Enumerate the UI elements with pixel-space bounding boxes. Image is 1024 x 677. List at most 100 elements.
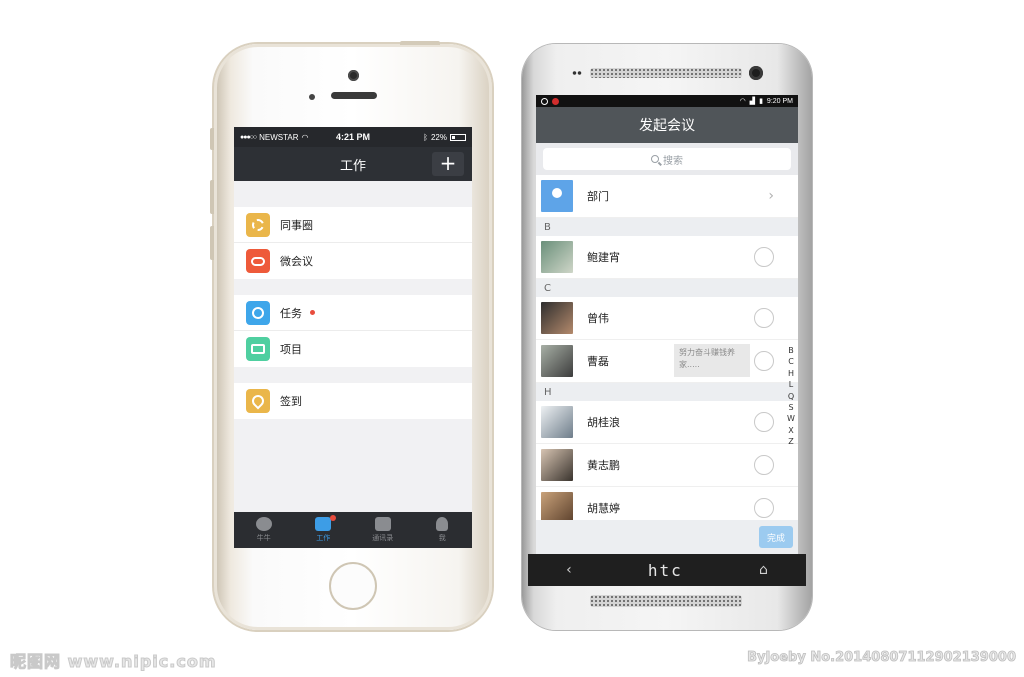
htc-screen: ◠ ▟ ▮ 9:20 PM 发起会议 搜索 部门 › B 鲍建宵 C 曾伟 曹磊… <box>536 95 798 554</box>
menu-item-micro-meeting[interactable]: 微会议 <box>234 243 472 279</box>
contact-name: 胡桂浪 <box>587 416 620 429</box>
htc-logo: htc <box>647 560 683 580</box>
work-menu: 同事圈 微会议 任务 项目 签到 <box>234 181 472 512</box>
avatar <box>541 241 573 273</box>
person-icon <box>436 517 449 531</box>
menu-group-work: 任务 项目 <box>234 295 472 367</box>
android-status-bar: ◠ ▟ ▮ 9:20 PM <box>536 95 798 107</box>
earpiece-speaker <box>331 92 377 99</box>
chevron-right-icon: › <box>768 188 774 204</box>
mute-switch <box>210 128 214 150</box>
contact-name: 曹磊 <box>587 355 609 368</box>
index-letter[interactable]: Q <box>786 391 796 402</box>
contact-list: 部门 › B 鲍建宵 C 曾伟 曹磊 努力奋斗赚钱养家..... H 胡桂浪 黄… <box>536 175 798 530</box>
location-pin-icon <box>246 389 270 413</box>
index-letter[interactable]: B <box>786 345 796 356</box>
select-radio[interactable] <box>754 455 774 475</box>
tab-label: 牛牛 <box>256 534 271 542</box>
chat-bubble-icon <box>246 249 270 273</box>
front-camera <box>749 66 763 80</box>
battery-percent: 22% <box>430 132 447 142</box>
page-title: 工作 <box>339 158 366 174</box>
signal-icon: ▟ <box>749 98 756 105</box>
contact-row[interactable]: 曾伟 <box>536 297 798 340</box>
bluetooth-icon: ᛒ <box>423 132 428 142</box>
contact-row[interactable]: 胡桂浪 <box>536 401 798 444</box>
volume-up-button <box>210 180 214 214</box>
stage: ●●●○○ NEWSTAR ◠ 4:21 PM ᛒ 22% 工作 + 同事圈 微… <box>0 0 1024 677</box>
status-time: 4:21 PM <box>335 132 370 142</box>
avatar <box>541 345 573 377</box>
menu-group-social: 同事圈 微会议 <box>234 207 472 279</box>
ios-nav-bar: 工作 + <box>234 147 472 181</box>
top-speaker-grill <box>590 68 742 78</box>
volume-down-button <box>210 226 214 260</box>
index-letter[interactable]: C <box>786 356 796 367</box>
select-radio[interactable] <box>754 247 774 267</box>
tab-niuniu[interactable]: 牛牛 <box>234 512 294 548</box>
proximity-sensor <box>309 94 315 100</box>
menu-group-checkin: 签到 <box>234 383 472 419</box>
select-radio[interactable] <box>754 412 774 432</box>
power-button <box>400 41 440 45</box>
done-button[interactable]: 完成 <box>759 526 793 548</box>
status-time: 9:20 PM <box>766 97 793 105</box>
iphone-device: ●●●○○ NEWSTAR ◠ 4:21 PM ᛒ 22% 工作 + 同事圈 微… <box>210 41 492 630</box>
ios-tab-bar: 牛牛 工作 通讯录 我 <box>234 512 472 548</box>
menu-item-colleague-circle[interactable]: 同事圈 <box>234 207 472 243</box>
contact-row[interactable]: 曹磊 努力奋斗赚钱养家..... <box>536 340 798 383</box>
bottom-speaker-grill <box>590 595 742 607</box>
section-header-c: C <box>536 279 798 297</box>
sensor-dots <box>572 71 582 75</box>
back-icon[interactable]: ‹ <box>566 562 572 578</box>
menu-item-label: 签到 <box>280 395 302 408</box>
avatar <box>541 406 573 438</box>
avatar <box>541 449 573 481</box>
section-header-b: B <box>536 218 798 236</box>
menu-item-project[interactable]: 项目 <box>234 331 472 367</box>
tab-label: 工作 <box>316 534 331 542</box>
menu-item-task[interactable]: 任务 <box>234 295 472 331</box>
menu-item-label: 微会议 <box>280 255 313 268</box>
alphabet-index[interactable]: B C H L Q S W X Z <box>786 345 796 448</box>
front-camera <box>348 70 359 81</box>
select-radio[interactable] <box>754 498 774 518</box>
tab-me[interactable]: 我 <box>413 512 473 548</box>
iphone-screen: ●●●○○ NEWSTAR ◠ 4:21 PM ᛒ 22% 工作 + 同事圈 微… <box>234 127 472 548</box>
search-bar: 搜索 <box>536 143 798 175</box>
watermark-left: 昵图网 www.nipic.com <box>10 652 217 672</box>
section-header-h: H <box>536 383 798 401</box>
select-radio[interactable] <box>754 308 774 328</box>
home-button[interactable] <box>329 562 377 610</box>
battery-icon <box>449 133 466 141</box>
wifi-icon: ◠ <box>301 132 309 142</box>
speech-bubble-icon <box>255 517 272 531</box>
tab-work[interactable]: 工作 <box>294 512 354 548</box>
avatar <box>541 302 573 334</box>
contact-name: 黄志鹏 <box>587 459 620 472</box>
ios-status-bar: ●●●○○ NEWSTAR ◠ 4:21 PM ᛒ 22% <box>234 127 472 147</box>
select-radio[interactable] <box>754 351 774 371</box>
circle-icon <box>246 212 270 237</box>
battery-icon: ▮ <box>759 98 763 105</box>
android-nav-bar: 发起会议 <box>536 107 798 143</box>
add-button[interactable]: + <box>432 152 464 176</box>
contact-row[interactable]: 黄志鹏 <box>536 444 798 487</box>
contact-row[interactable]: 鲍建宵 <box>536 236 798 279</box>
home-icon[interactable]: ⌂ <box>759 562 768 578</box>
index-letter[interactable]: W <box>786 413 796 424</box>
index-letter[interactable]: L <box>786 379 796 390</box>
page-title: 发起会议 <box>639 118 695 134</box>
menu-item-checkin[interactable]: 签到 <box>234 383 472 419</box>
tab-label: 我 <box>438 534 446 542</box>
tab-contacts[interactable]: 通讯录 <box>353 512 413 548</box>
folder-icon <box>246 337 270 361</box>
department-row[interactable]: 部门 › <box>536 175 798 218</box>
index-letter[interactable]: H <box>786 368 796 379</box>
beats-icon <box>552 97 559 105</box>
htc-device: ◠ ▟ ▮ 9:20 PM 发起会议 搜索 部门 › B 鲍建宵 C 曾伟 曹磊… <box>522 44 812 630</box>
search-input[interactable]: 搜索 <box>543 148 791 170</box>
index-letter[interactable]: Z <box>786 436 796 447</box>
index-letter[interactable]: X <box>786 425 796 436</box>
index-letter[interactable]: S <box>786 402 796 413</box>
